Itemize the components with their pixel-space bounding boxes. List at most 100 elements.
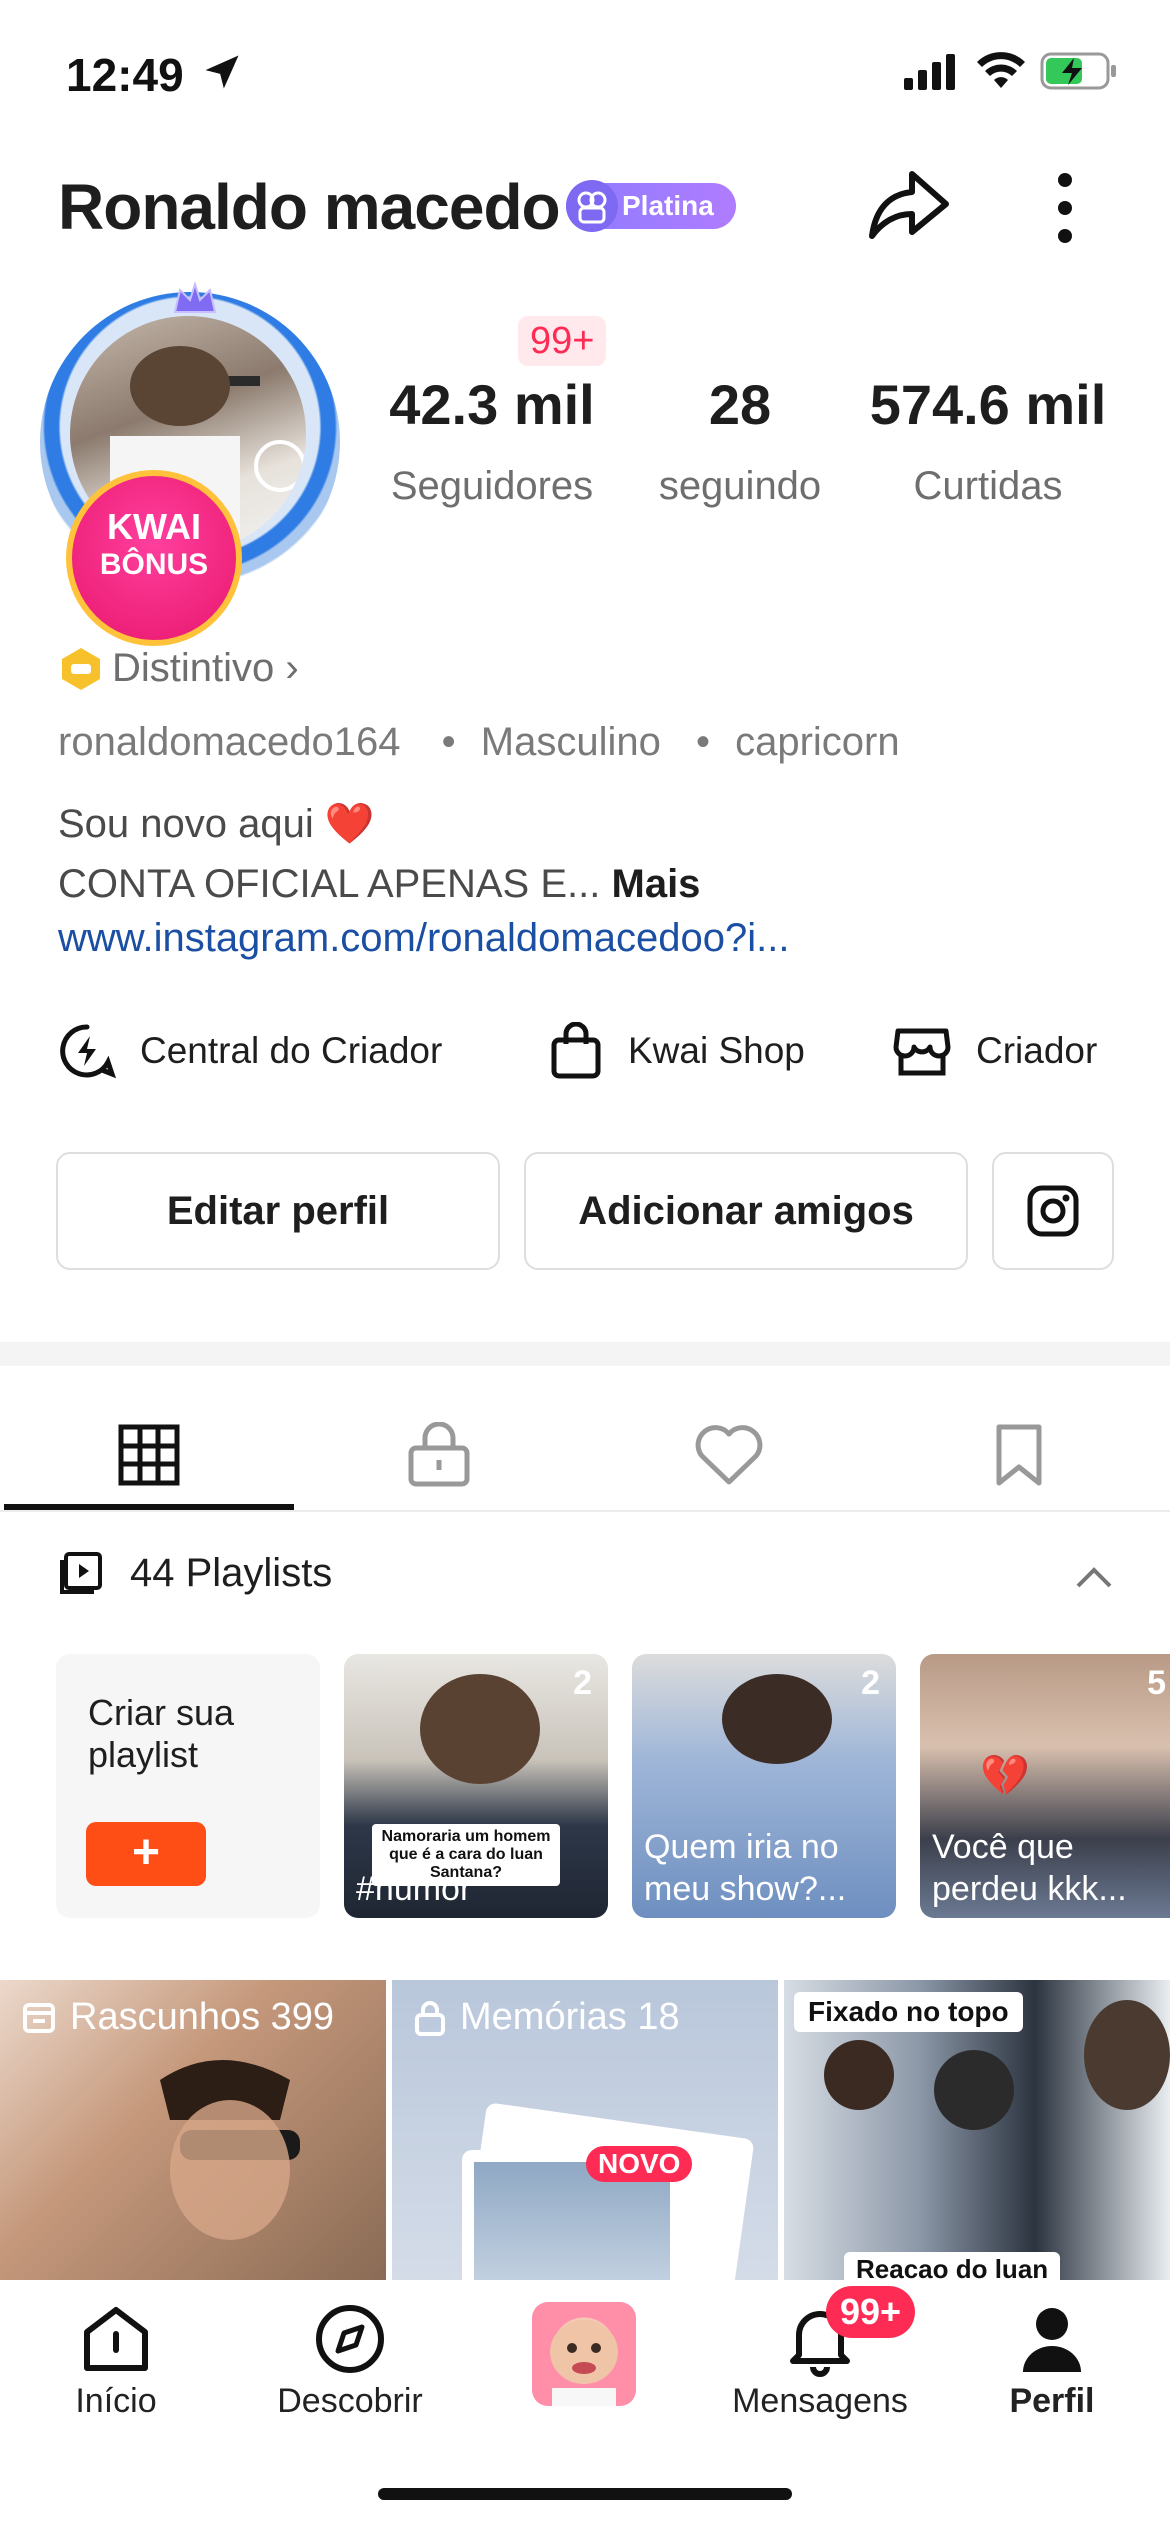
heart-icon bbox=[695, 1425, 763, 1485]
playlist-count: 2 bbox=[861, 1664, 880, 1702]
nav-discover-label: Descobrir bbox=[277, 2382, 423, 2420]
playlist-thumb-figure bbox=[420, 1674, 540, 1784]
edit-profile-button[interactable]: Editar perfil bbox=[56, 1152, 500, 1270]
nav-profile[interactable]: Perfil bbox=[952, 2296, 1152, 2421]
badge-medal-icon bbox=[62, 648, 100, 690]
crown-gem-icon bbox=[170, 280, 220, 316]
home-indicator bbox=[378, 2488, 792, 2500]
bio-more-link[interactable]: Mais bbox=[612, 862, 701, 906]
tab-private[interactable] bbox=[294, 1400, 584, 1510]
separator-dot: • bbox=[695, 720, 710, 764]
memories-cell[interactable]: NOVO Memórias 18 bbox=[392, 1980, 778, 2280]
more-options-icon[interactable] bbox=[1040, 170, 1090, 246]
profile-name: Ronaldo macedo bbox=[58, 171, 561, 243]
nav-messages-label: Mensagens bbox=[732, 2382, 908, 2420]
chevron-right-icon: › bbox=[285, 646, 299, 690]
pinned-thumb-figure bbox=[1084, 2000, 1170, 2110]
drafts-text: Rascunhos 399 bbox=[70, 1996, 335, 2038]
followers-count[interactable]: 42.3 mil bbox=[362, 372, 622, 437]
pinned-badge: Fixado no topo bbox=[794, 1992, 1023, 2032]
create-playlist-label: Criar sua playlist bbox=[88, 1692, 235, 1775]
kwai-shop-label: Kwai Shop bbox=[628, 1030, 805, 1071]
compass-icon bbox=[316, 2305, 384, 2373]
battery-icon bbox=[1040, 52, 1116, 90]
creator-center-label: Central do Criador bbox=[140, 1030, 443, 1071]
tabs-divider bbox=[0, 1510, 1170, 1512]
playlists-header[interactable]: 44 Playlists bbox=[58, 1550, 332, 1596]
section-divider bbox=[0, 1342, 1170, 1366]
playlist-caption: Você que perdeu kkk... bbox=[932, 1828, 1127, 1908]
creator-link[interactable]: Criador bbox=[892, 1020, 1097, 1082]
kwai-bonus-label-1: KWAI bbox=[107, 506, 201, 547]
drafts-label: Rascunhos 399 bbox=[22, 1996, 334, 2039]
memories-label: Memórias 18 bbox=[414, 1996, 680, 2039]
likes-label[interactable]: Curtidas bbox=[858, 464, 1118, 509]
tab-saved[interactable] bbox=[874, 1400, 1164, 1510]
tab-liked[interactable] bbox=[584, 1400, 874, 1510]
instagram-icon bbox=[1027, 1185, 1079, 1237]
bio-line-1: Sou novo aqui ❤️ bbox=[58, 802, 375, 846]
status-time: 12:49 bbox=[66, 49, 184, 101]
drafts-cell[interactable]: Rascunhos 399 bbox=[0, 1980, 386, 2280]
bookmark-icon bbox=[996, 1424, 1042, 1486]
shopping-bag-icon bbox=[551, 1022, 601, 1079]
playlist-count: 2 bbox=[573, 1664, 592, 1702]
playlists-title: 44 Playlists bbox=[130, 1550, 333, 1595]
instagram-link[interactable]: www.instagram.com/ronaldomacedoo?i... bbox=[58, 916, 789, 961]
playlist-card[interactable]: 2 Quem iria no meu show?... bbox=[632, 1654, 896, 1918]
lock-icon bbox=[408, 1422, 470, 1487]
instagram-button[interactable] bbox=[992, 1152, 1114, 1270]
messages-badge: 99+ bbox=[826, 2286, 916, 2338]
following-count[interactable]: 28 bbox=[610, 372, 870, 437]
nav-home[interactable]: Início bbox=[16, 2296, 216, 2421]
grid-icon bbox=[118, 1424, 180, 1486]
playlist-icon bbox=[60, 1552, 102, 1594]
profile-meta: ronaldomacedo164 • Masculino • capricorn bbox=[58, 720, 900, 765]
baby-avatar-image bbox=[550, 2320, 618, 2406]
followers-label[interactable]: Seguidores bbox=[362, 464, 622, 509]
share-icon[interactable] bbox=[866, 166, 950, 244]
add-friends-button[interactable]: Adicionar amigos bbox=[524, 1152, 968, 1270]
pinned-thumb-figure bbox=[824, 2040, 894, 2110]
nav-profile-label: Perfil bbox=[1009, 2382, 1095, 2420]
drafts-icon bbox=[23, 2002, 55, 2033]
separator-dot: • bbox=[441, 720, 456, 764]
kwai-bonus-badge[interactable]: KWAI BÔNUS bbox=[66, 470, 242, 646]
distintivo-link[interactable]: Distintivo › bbox=[112, 646, 299, 691]
profile-icon bbox=[1023, 2308, 1081, 2372]
playlist-count: 5 bbox=[1147, 1664, 1166, 1702]
store-icon bbox=[893, 1028, 951, 1076]
kwai-shop-link[interactable]: Kwai Shop bbox=[548, 1020, 805, 1082]
pinned-video-cell[interactable]: Fixado no topo Reacao do luan bbox=[784, 1980, 1170, 2280]
kwai-bonus-label-2: BÔNUS bbox=[99, 548, 209, 581]
nav-discover[interactable]: Descobrir bbox=[250, 2296, 450, 2421]
lightning-icon bbox=[60, 1024, 116, 1079]
broken-heart-icon: 💔 bbox=[980, 1754, 1030, 1798]
distintivo-label: Distintivo bbox=[112, 646, 275, 690]
playlist-caption: #humor bbox=[356, 1870, 472, 1908]
tab-posts[interactable] bbox=[4, 1400, 294, 1510]
new-badge: NOVO bbox=[586, 2146, 693, 2182]
username: ronaldomacedo164 bbox=[58, 720, 401, 764]
add-playlist-button[interactable]: + bbox=[86, 1822, 206, 1886]
lock-icon bbox=[415, 2000, 445, 2036]
signal-icon bbox=[904, 54, 955, 90]
playlist-card[interactable]: 💔 5 Você que perdeu kkk... bbox=[920, 1654, 1170, 1918]
chevron-up-icon[interactable] bbox=[1074, 1564, 1114, 1590]
gender: Masculino bbox=[480, 720, 661, 764]
likes-count[interactable]: 574.6 mil bbox=[858, 372, 1118, 437]
wifi-icon bbox=[977, 52, 1025, 88]
drafts-thumb-figure bbox=[160, 2060, 300, 2240]
playlist-thumb-figure bbox=[722, 1674, 832, 1764]
following-label[interactable]: seguindo bbox=[610, 464, 870, 509]
create-playlist-card[interactable]: Criar sua playlist + bbox=[56, 1654, 320, 1918]
create-post-button[interactable] bbox=[532, 2302, 636, 2406]
notification-badge: 99+ bbox=[518, 316, 607, 366]
playlist-card[interactable]: 2 Namoraria um homem que é a cara do lua… bbox=[344, 1654, 608, 1918]
creator-center-link[interactable]: Central do Criador bbox=[58, 1020, 442, 1082]
location-arrow-icon bbox=[205, 55, 239, 89]
pinned-thumb-figure bbox=[934, 2050, 1014, 2130]
creator-label: Criador bbox=[976, 1030, 1098, 1071]
level-badge-icon bbox=[566, 180, 618, 232]
zodiac-sign: capricorn bbox=[735, 720, 900, 764]
